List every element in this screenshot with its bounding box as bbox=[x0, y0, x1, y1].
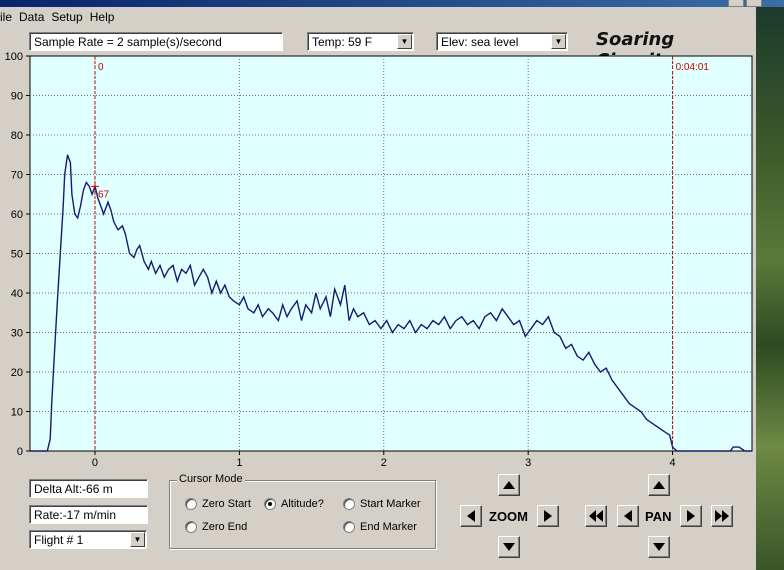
y-tick-label: 60 bbox=[11, 209, 23, 221]
pan-right-button[interactable] bbox=[680, 505, 702, 527]
elev-value: Elev: sea level bbox=[441, 34, 519, 49]
triangle-right-icon bbox=[687, 510, 695, 522]
y-tick-label: 90 bbox=[11, 91, 23, 103]
menu-data[interactable]: Data bbox=[19, 10, 51, 24]
pan-left-button[interactable] bbox=[617, 505, 639, 527]
radio-altitude[interactable]: Altitude? bbox=[264, 498, 324, 510]
radio-circle-icon[interactable] bbox=[343, 521, 355, 533]
x-tick-label: 4 bbox=[670, 457, 676, 469]
radio-label: Altitude? bbox=[281, 498, 324, 510]
y-axis-ticks: 0 10 20 30 40 50 60 70 80 90 100 bbox=[5, 51, 30, 458]
triangle-down-icon bbox=[503, 543, 515, 551]
radio-zero-start[interactable]: Zero Start bbox=[185, 498, 251, 510]
minimize-button[interactable] bbox=[728, 0, 744, 7]
delta-alt-field: Delta Alt:-66 m bbox=[29, 479, 148, 498]
menu-file[interactable]: ile bbox=[0, 10, 19, 24]
y-tick-label: 100 bbox=[5, 51, 23, 63]
chevron-down-icon[interactable]: ▼ bbox=[551, 34, 566, 49]
triangle-right-icon bbox=[544, 510, 552, 522]
altitude-chart[interactable]: 0 10 20 30 40 50 60 70 80 90 100 0 1 2 3 4 0 0:04:01 67 bbox=[0, 50, 756, 470]
x-tick-label: 3 bbox=[525, 457, 531, 469]
radio-end-marker[interactable]: End Marker bbox=[343, 521, 417, 533]
triangle-down-icon bbox=[653, 543, 665, 551]
delta-alt-text: Delta Alt:-66 m bbox=[34, 481, 113, 496]
y-tick-label: 0 bbox=[17, 446, 23, 458]
cursor-mode-group: Cursor Mode Zero Start Altitude? Start M… bbox=[169, 473, 436, 549]
x-tick-label: 1 bbox=[236, 457, 242, 469]
x-axis-ticks: 0 1 2 3 4 bbox=[92, 451, 676, 469]
triangle-up-icon bbox=[653, 481, 665, 489]
y-tick-label: 80 bbox=[11, 130, 23, 142]
title-bar bbox=[0, 0, 784, 7]
double-triangle-right-icon bbox=[715, 510, 729, 522]
pan-up-button[interactable] bbox=[648, 474, 670, 496]
radio-circle-icon[interactable] bbox=[185, 498, 197, 510]
radio-circle-icon[interactable] bbox=[343, 498, 355, 510]
radio-zero-end[interactable]: Zero End bbox=[185, 521, 247, 533]
chevron-down-icon[interactable]: ▼ bbox=[397, 34, 412, 49]
triangle-left-icon bbox=[467, 510, 475, 522]
flight-select[interactable]: Flight # 1 ▼ bbox=[29, 530, 147, 549]
x-tick-label: 2 bbox=[381, 457, 387, 469]
radio-circle-icon[interactable] bbox=[185, 521, 197, 533]
chevron-down-icon[interactable]: ▼ bbox=[130, 532, 145, 547]
zoom-label: ZOOM bbox=[489, 509, 528, 524]
maximize-button[interactable] bbox=[746, 0, 762, 7]
rate-field: Rate:-17 m/min bbox=[29, 505, 148, 524]
y-tick-label: 20 bbox=[11, 367, 23, 379]
zoom-left-button[interactable] bbox=[460, 505, 482, 527]
zoom-right-button[interactable] bbox=[537, 505, 559, 527]
x-tick-label: 0 bbox=[92, 457, 98, 469]
pan-far-left-button[interactable] bbox=[585, 505, 607, 527]
radio-label: Zero Start bbox=[202, 498, 251, 510]
pan-label: PAN bbox=[645, 509, 672, 524]
y-tick-label: 70 bbox=[11, 170, 23, 182]
radio-label: Start Marker bbox=[360, 498, 421, 510]
double-triangle-left-icon bbox=[589, 510, 603, 522]
zoom-in-button[interactable] bbox=[498, 474, 520, 496]
desktop-background bbox=[756, 7, 784, 570]
cursor-value-label: 67 bbox=[98, 189, 110, 200]
menu-setup[interactable]: Setup bbox=[51, 10, 89, 24]
marker-label: 0 bbox=[98, 62, 104, 73]
y-tick-label: 30 bbox=[11, 328, 23, 340]
y-tick-label: 50 bbox=[11, 249, 23, 261]
pan-far-right-button[interactable] bbox=[711, 505, 733, 527]
sample-rate-text: Sample Rate = 2 sample(s)/second bbox=[34, 34, 222, 49]
y-tick-label: 10 bbox=[11, 407, 23, 419]
triangle-left-icon bbox=[624, 510, 632, 522]
radio-label: End Marker bbox=[360, 521, 417, 533]
elev-select[interactable]: Elev: sea level ▼ bbox=[436, 32, 568, 51]
sample-rate-field: Sample Rate = 2 sample(s)/second bbox=[29, 32, 283, 51]
pan-down-button[interactable] bbox=[648, 536, 670, 558]
y-tick-label: 40 bbox=[11, 288, 23, 300]
zoom-out-button[interactable] bbox=[498, 536, 520, 558]
marker-label: 0:04:01 bbox=[676, 62, 710, 73]
triangle-up-icon bbox=[503, 481, 515, 489]
radio-label: Zero End bbox=[202, 521, 248, 533]
flight-value: Flight # 1 bbox=[34, 532, 84, 547]
temp-value: Temp: 59 F bbox=[312, 34, 373, 49]
menu-help[interactable]: Help bbox=[90, 10, 122, 24]
radio-circle-icon[interactable] bbox=[264, 498, 276, 510]
cursor-mode-legend: Cursor Mode bbox=[177, 473, 245, 485]
temp-select[interactable]: Temp: 59 F ▼ bbox=[307, 32, 414, 51]
menu-bar: ile Data Setup Help bbox=[0, 7, 756, 26]
radio-start-marker[interactable]: Start Marker bbox=[343, 498, 421, 510]
rate-text: Rate:-17 m/min bbox=[34, 507, 117, 522]
